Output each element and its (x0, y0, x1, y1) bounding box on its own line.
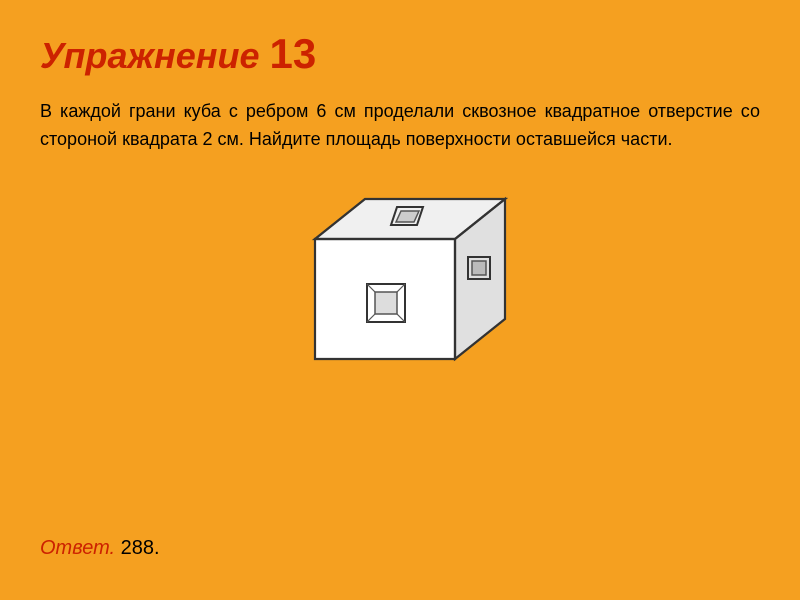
exercise-title: Упражнение (40, 35, 260, 77)
answer-label: Ответ. (40, 537, 115, 559)
answer-value: 288. (121, 537, 160, 559)
answer-section: Ответ. 288. (40, 537, 160, 560)
exercise-number: 13 (270, 30, 317, 78)
page-container: Упражнение 13 В каждой грани куба с ребр… (0, 0, 800, 600)
title-line: Упражнение 13 (40, 30, 760, 78)
problem-text: В каждой грани куба с ребром 6 см продел… (40, 98, 760, 154)
cube-svg (285, 179, 515, 399)
cube-illustration (40, 179, 760, 399)
